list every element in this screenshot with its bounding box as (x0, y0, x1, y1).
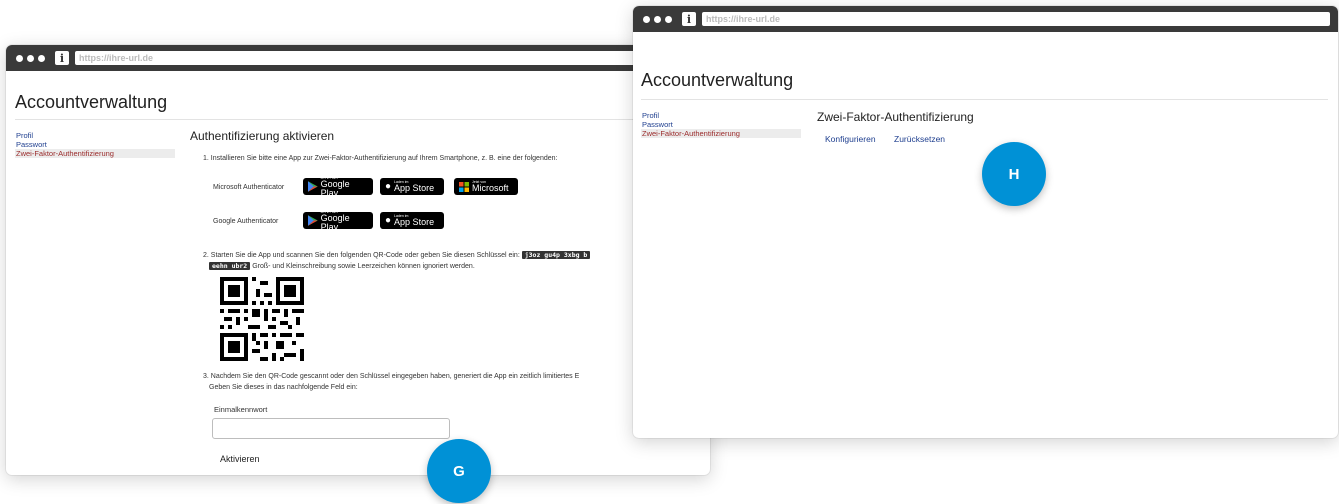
activate-button[interactable]: Aktivieren (220, 454, 260, 464)
google-play-icon (308, 181, 318, 192)
badge-store-name: Microsoft (472, 183, 509, 193)
app-name-google: Google Authenticator (213, 218, 279, 225)
badge-store-name: App Store (394, 183, 435, 193)
google-play-badge[interactable]: JETZT BEI Google Play (303, 210, 373, 232)
divider (641, 99, 1328, 100)
page-title: Accountverwaltung (15, 92, 168, 112)
step-1-text: 1. Installieren Sie bitte eine App zur Z… (203, 155, 558, 162)
info-icon[interactable]: i (55, 51, 69, 65)
microsoft-icon (459, 181, 469, 192)
sidebar-item-2fa[interactable]: Zwei-Faktor-Authentifizierung (641, 129, 801, 138)
sidebar-nav: Profil Passwort Zwei-Faktor-Authentifizi… (15, 131, 175, 158)
secret-key-part-2: eehn ubr2 (209, 262, 251, 270)
sidebar-item-profil[interactable]: Profil (641, 111, 801, 120)
window-dot[interactable] (16, 54, 23, 62)
sidebar-item-passwort[interactable]: Passwort (15, 140, 175, 149)
sidebar-item-profil[interactable]: Profil (15, 131, 175, 140)
apple-icon: ● (385, 181, 392, 192)
step-marker-h: H (982, 142, 1046, 206)
sidebar-nav: Profil Passwort Zwei-Faktor-Authentifizi… (641, 111, 801, 138)
divider (15, 119, 710, 120)
app-name-microsoft: Microsoft Authenticator (213, 184, 285, 191)
section-heading: Zwei-Faktor-Authentifizierung (817, 110, 974, 124)
section-heading: Authentifizierung aktivieren (190, 129, 335, 143)
configure-link[interactable]: Konfigurieren (825, 134, 876, 144)
microsoft-store-badge[interactable]: Jetzt von Microsoft (454, 178, 518, 195)
qr-code-image (220, 277, 304, 361)
step-2-intro: 2. Starten Sie die App und scannen Sie d… (203, 252, 520, 259)
address-bar[interactable]: https://ihre-url.de (75, 51, 702, 65)
browser-window-activation: i https://ihre-url.de Accountverwaltung … (6, 45, 710, 475)
apple-icon: ● (385, 215, 392, 226)
browser-titlebar: i https://ihre-url.de (6, 45, 710, 71)
window-controls[interactable] (16, 54, 45, 62)
browser-window-overview: i https://ihre-url.de Accountverwaltung … (633, 6, 1338, 438)
app-store-badge[interactable]: ● Laden im App Store (380, 178, 444, 195)
step-marker-g: G (427, 439, 491, 503)
sidebar-item-2fa[interactable]: Zwei-Faktor-Authentifizierung (15, 149, 175, 158)
info-icon[interactable]: i (682, 12, 696, 26)
window-dot[interactable] (27, 54, 34, 62)
google-play-badge[interactable]: JETZT BEI Google Play (303, 176, 373, 198)
step-2-text: 2. Starten Sie die App und scannen Sie d… (203, 250, 703, 261)
address-bar[interactable]: https://ihre-url.de (702, 12, 1330, 26)
badge-store-name: App Store (394, 217, 435, 227)
window-dot[interactable] (643, 15, 650, 23)
page-title: Accountverwaltung (641, 70, 794, 90)
browser-titlebar: i https://ihre-url.de (633, 6, 1338, 32)
field-label: Einmalkennwort (214, 405, 268, 414)
badge-store-name: Google Play (320, 178, 350, 198)
google-play-icon (308, 215, 318, 226)
window-dot[interactable] (665, 15, 672, 23)
one-time-password-input[interactable] (212, 418, 450, 439)
step-2-continued: eehn ubr2 Groß- und Kleinschreibung sowi… (209, 261, 699, 272)
window-dot[interactable] (654, 15, 661, 23)
sidebar-item-passwort[interactable]: Passwort (641, 120, 801, 129)
step-3-text-continued: Geben Sie dieses in das nachfolgende Fel… (209, 384, 358, 391)
badge-store-name: Google Play (320, 212, 350, 232)
step-2-note: Groß- und Kleinschreibung sowie Leerzeic… (252, 263, 475, 270)
secret-key-part-1: j3oz gu4p 3xbg b (521, 251, 591, 259)
app-store-badge[interactable]: ● Laden im App Store (380, 212, 444, 229)
window-controls[interactable] (643, 15, 672, 23)
reset-link[interactable]: Zurücksetzen (894, 134, 945, 144)
window-dot[interactable] (38, 54, 45, 62)
step-3-text: 3. Nachdem Sie den QR-Code gescannt oder… (203, 373, 580, 380)
